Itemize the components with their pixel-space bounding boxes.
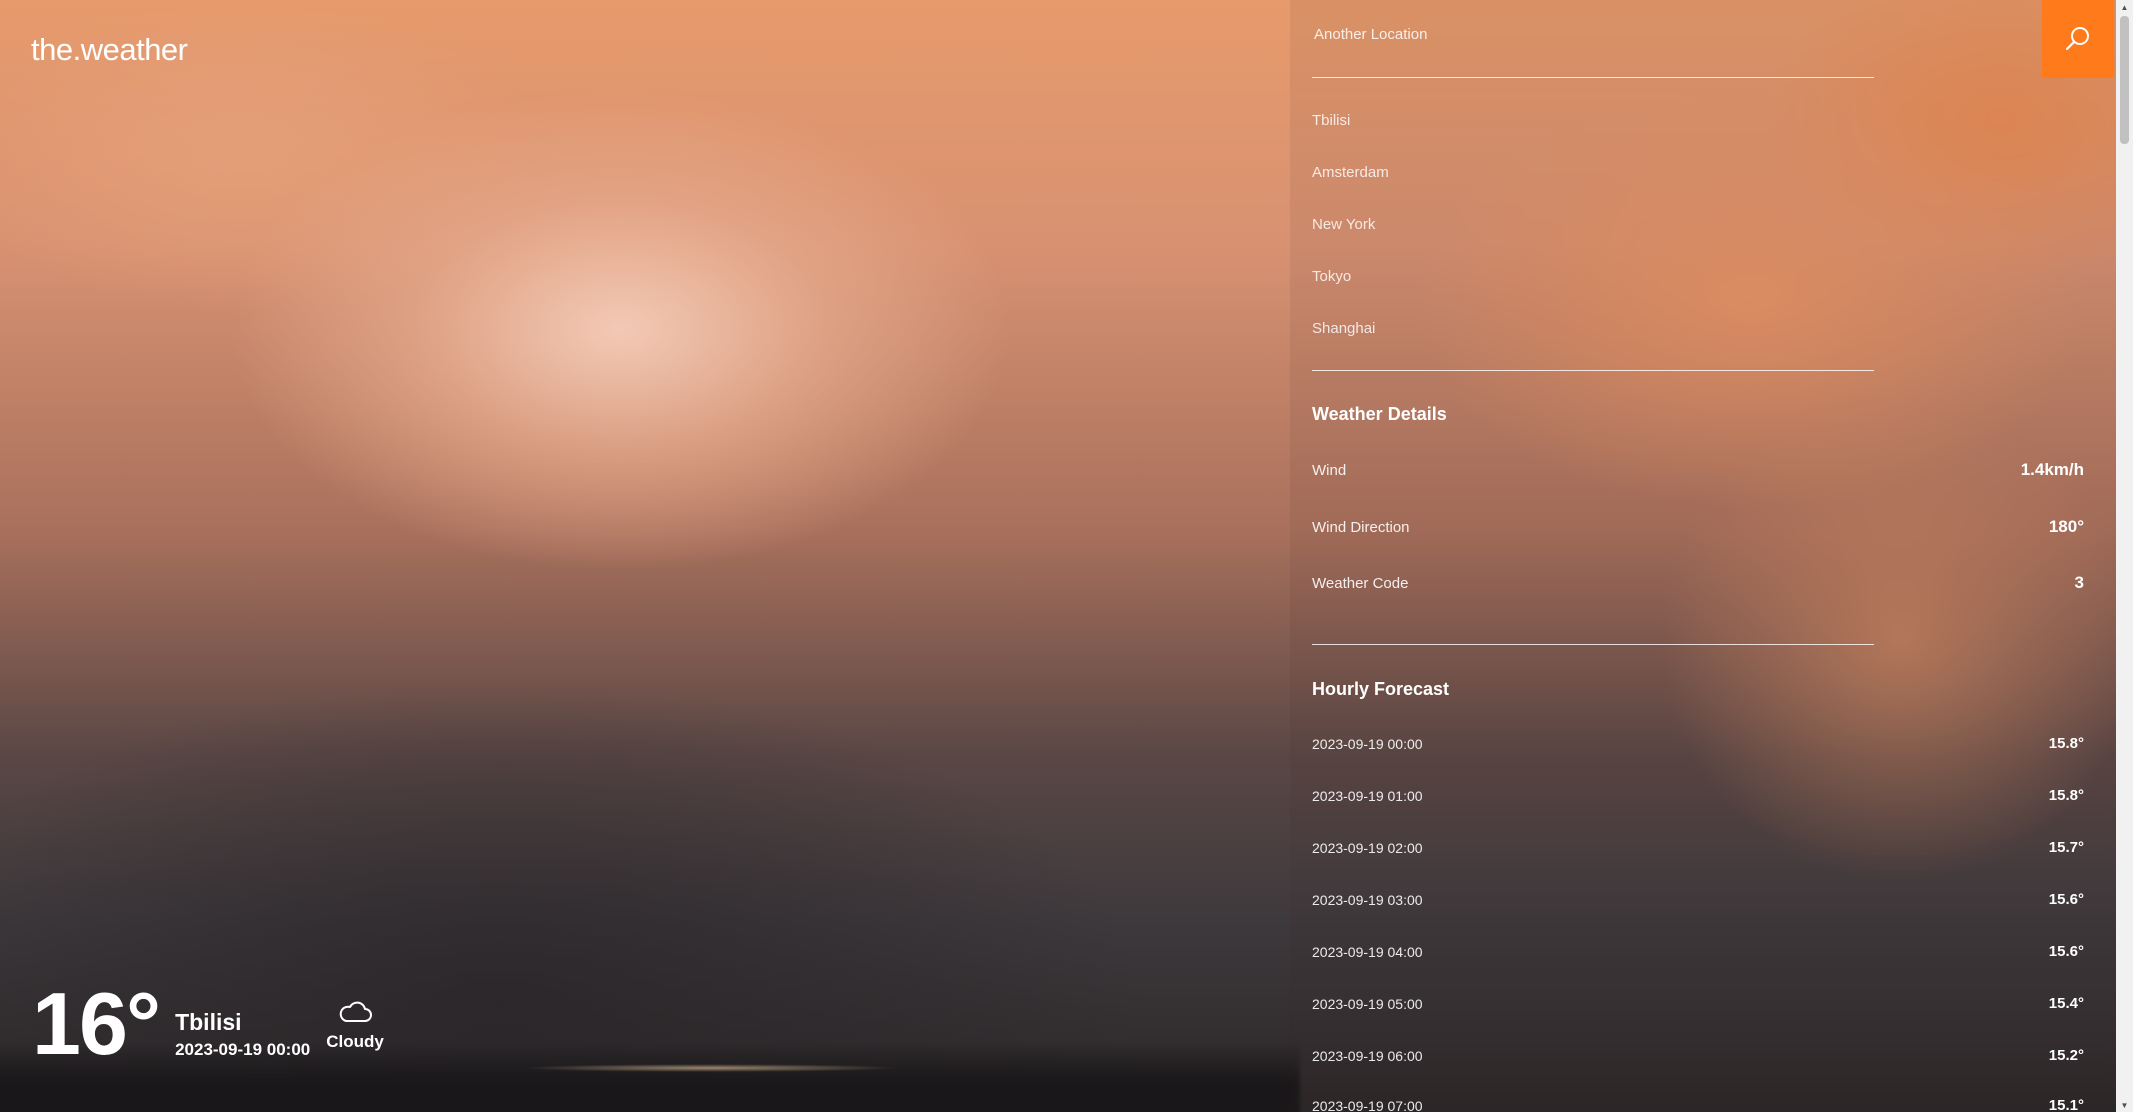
detail-value: 3 [2074, 573, 2084, 592]
detail-row-wind-direction: Wind Direction 180° [1312, 517, 2084, 537]
app-logo[interactable]: the.weather [31, 32, 188, 68]
divider [1312, 644, 1874, 645]
detail-value: 180° [2048, 517, 2084, 536]
search-button[interactable] [2042, 0, 2114, 78]
hourly-time: 2023-09-19 05:00 [1312, 995, 1423, 1012]
current-temperature: 16° [32, 974, 161, 1073]
current-datetime: 2023-09-19 00:00 [175, 1040, 311, 1059]
app-background: the.weather 16° Tbilisi 2023-09-19 00:00… [0, 0, 2133, 1112]
divider [1312, 77, 1874, 78]
location-item-tokyo[interactable]: Tokyo [1312, 266, 1389, 318]
hourly-temp: 15.6° [2048, 891, 2084, 908]
hourly-row: 2023-09-19 07:00 15.1° [1312, 1097, 2084, 1112]
hourly-temp: 15.6° [2048, 943, 2084, 960]
hourly-temp: 15.8° [2048, 787, 2084, 804]
hourly-time: 2023-09-19 04:00 [1312, 943, 1423, 960]
location-list: Tbilisi Amsterdam New York Tokyo Shangha… [1312, 110, 1389, 370]
background-shade [0, 0, 1300, 1112]
location-item-amsterdam[interactable]: Amsterdam [1312, 162, 1389, 214]
hourly-row: 2023-09-19 06:00 15.2° [1312, 1047, 2084, 1064]
current-condition-block: Cloudy [326, 998, 384, 1052]
current-condition: Cloudy [326, 1032, 384, 1051]
hourly-row: 2023-09-19 02:00 15.7° [1312, 839, 2084, 856]
hourly-time: 2023-09-19 01:00 [1312, 787, 1423, 804]
detail-label: Wind Direction [1312, 518, 1410, 536]
scrollbar-thumb[interactable] [2120, 16, 2129, 144]
cloud-icon [339, 1001, 373, 1022]
location-item-new-york[interactable]: New York [1312, 214, 1389, 266]
hourly-row: 2023-09-19 00:00 15.8° [1312, 735, 2084, 752]
side-panel: Tbilisi Amsterdam New York Tokyo Shangha… [1290, 0, 2116, 1112]
location-item-shanghai[interactable]: Shanghai [1312, 318, 1389, 370]
current-city: Tbilisi [175, 1009, 242, 1035]
hourly-row: 2023-09-19 03:00 15.6° [1312, 891, 2084, 908]
hourly-temp: 15.2° [2048, 1047, 2084, 1064]
detail-label: Weather Code [1312, 574, 1409, 592]
hourly-row: 2023-09-19 01:00 15.8° [1312, 787, 2084, 804]
location-item-tbilisi[interactable]: Tbilisi [1312, 110, 1389, 162]
hourly-forecast-title: Hourly Forecast [1312, 679, 1450, 699]
current-weather: 16° Tbilisi 2023-09-19 00:00 Cloudy [32, 980, 384, 1068]
location-search-input[interactable] [1314, 26, 1854, 43]
weather-details-title: Weather Details [1312, 404, 1447, 424]
hourly-temp: 15.4° [2048, 995, 2084, 1012]
hourly-temp: 15.7° [2048, 839, 2084, 856]
detail-label: Wind [1312, 461, 1347, 479]
hourly-temp: 15.8° [2048, 735, 2084, 752]
hourly-time: 2023-09-19 06:00 [1312, 1047, 1423, 1064]
detail-value: 1.4km/h [2020, 460, 2084, 479]
current-location-block: Tbilisi 2023-09-19 00:00 [175, 1008, 310, 1060]
detail-row-weather-code: Weather Code 3 [1312, 573, 2084, 593]
hourly-time: 2023-09-19 07:00 [1312, 1097, 1423, 1112]
city-lights [520, 1064, 900, 1072]
hourly-row: 2023-09-19 04:00 15.6° [1312, 943, 2084, 960]
hourly-time: 2023-09-19 00:00 [1312, 735, 1423, 752]
hourly-temp: 15.1° [2048, 1097, 2084, 1112]
scroll-up-arrow-icon[interactable]: ▲ [2116, 0, 2133, 14]
hourly-row: 2023-09-19 05:00 15.4° [1312, 995, 2084, 1012]
hourly-time: 2023-09-19 02:00 [1312, 839, 1423, 856]
divider [1312, 370, 1874, 371]
scroll-down-arrow-icon[interactable]: ▼ [2116, 1098, 2133, 1112]
search-icon [2065, 27, 2089, 51]
hourly-time: 2023-09-19 03:00 [1312, 891, 1423, 908]
detail-row-wind: Wind 1.4km/h [1312, 460, 2084, 480]
vertical-scrollbar[interactable]: ▲ ▼ [2116, 0, 2133, 1112]
